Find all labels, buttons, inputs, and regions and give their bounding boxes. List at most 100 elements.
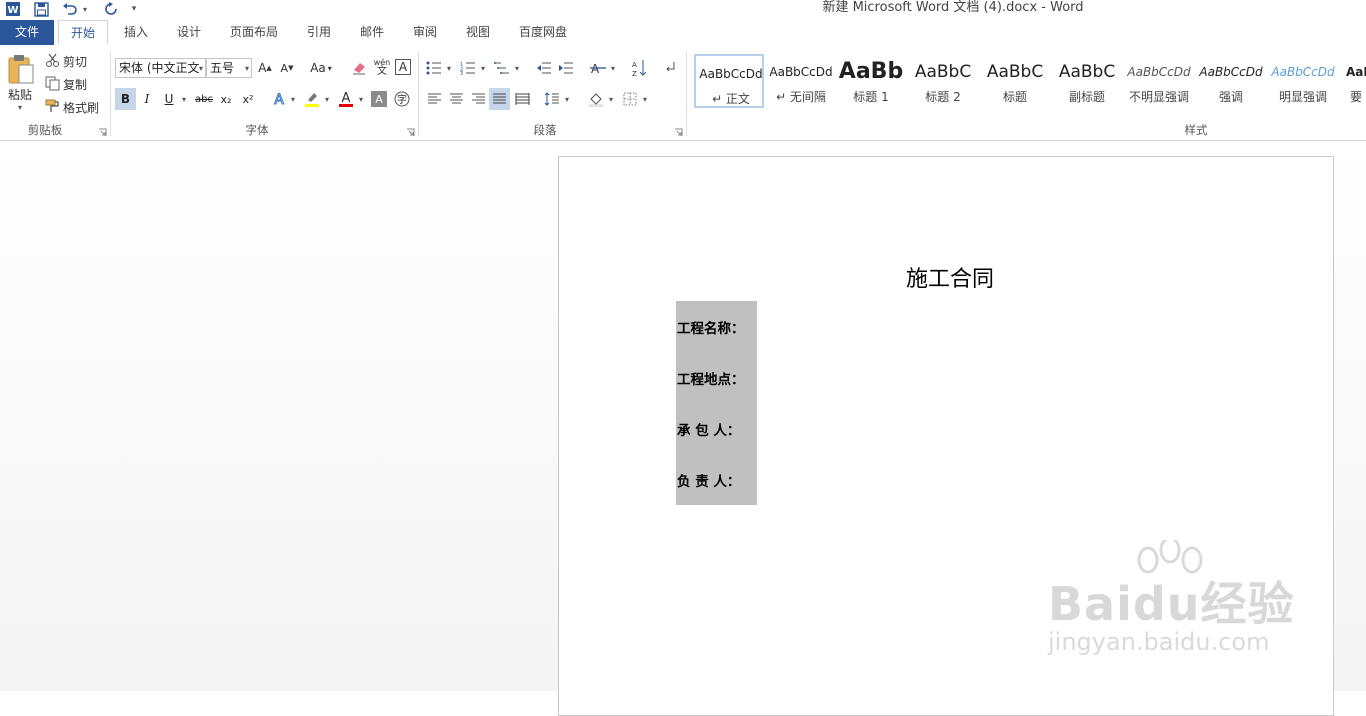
save-icon[interactable] <box>32 0 50 18</box>
multilevel-list-icon[interactable] <box>492 58 512 78</box>
copy-icon[interactable] <box>44 75 60 91</box>
font-size-value: 五号 <box>210 61 235 75</box>
tab-insert[interactable]: 插入 <box>114 20 158 45</box>
style-normal[interactable]: AaBbCcDd ↵ 正文 <box>694 54 764 108</box>
font-launcher-icon[interactable] <box>406 126 415 136</box>
cut-button[interactable]: 剪切 <box>63 53 87 70</box>
enclose-characters-icon[interactable]: 字 <box>393 90 411 108</box>
decrease-indent-icon[interactable] <box>534 58 554 78</box>
tab-references[interactable]: 引用 <box>296 20 342 45</box>
numbering-icon[interactable]: 123 <box>458 58 478 78</box>
paste-button[interactable] <box>6 52 36 86</box>
tab-view[interactable]: 视图 <box>456 20 500 45</box>
chevron-down-icon[interactable]: ▾ <box>288 90 298 108</box>
style-heading-1[interactable]: AaBb 标题 1 <box>836 54 906 108</box>
font-color-icon[interactable]: A <box>336 88 356 110</box>
style-heading-2[interactable]: AaBbC 标题 2 <box>908 54 978 108</box>
field-project-name[interactable]: 工程名称： <box>677 317 745 337</box>
character-border-icon[interactable]: A <box>395 59 411 75</box>
chevron-down-icon[interactable]: ▾ <box>356 90 366 108</box>
tab-file[interactable]: 文件 <box>0 20 54 45</box>
shrink-font-icon[interactable]: A ▼ <box>278 58 296 78</box>
strikethrough-button[interactable]: abc <box>193 88 215 110</box>
line-spacing-icon[interactable] <box>542 88 562 110</box>
document-title[interactable]: 施工合同 <box>900 261 1000 293</box>
style-intense-emphasis[interactable]: AaBbCcDd 明显强调 <box>1268 54 1338 108</box>
word-logo-icon[interactable]: W <box>4 0 22 18</box>
clipboard-launcher-icon[interactable] <box>98 126 107 136</box>
text-effects-icon[interactable]: A <box>270 88 288 110</box>
svg-text:字: 字 <box>397 93 407 106</box>
italic-button[interactable]: I <box>138 88 156 110</box>
highlight-color-icon[interactable] <box>302 88 322 110</box>
field-contractor[interactable]: 承 包 人： <box>677 419 740 439</box>
redo-icon[interactable] <box>102 0 120 18</box>
svg-text:A: A <box>342 91 351 106</box>
chevron-down-icon[interactable]: ▾ <box>512 60 522 76</box>
style-emphasis[interactable]: AaBbCcDd 强调 <box>1196 54 1266 108</box>
format-painter-icon[interactable] <box>44 97 60 113</box>
underline-dropdown-icon[interactable]: ▾ <box>179 90 189 108</box>
tab-home[interactable]: 开始 <box>58 20 108 45</box>
style-title[interactable]: AaBbC 标题 <box>980 54 1050 108</box>
change-case-button[interactable]: Aa ▾ <box>306 58 336 78</box>
style-name: 要 <box>1350 90 1363 104</box>
tab-baidu-netdisk[interactable]: 百度网盘 <box>510 20 576 45</box>
underline-button[interactable]: U <box>160 88 178 110</box>
character-shading-icon[interactable]: A <box>371 91 387 107</box>
copy-button[interactable]: 复制 <box>63 76 87 93</box>
style-sample: AaBbC <box>914 62 972 82</box>
chinese-layout-icon[interactable]: A <box>588 58 608 78</box>
chevron-down-icon[interactable]: ▾ <box>322 90 332 108</box>
justify-icon[interactable] <box>489 88 510 110</box>
sort-icon[interactable]: AZ <box>630 56 650 80</box>
chevron-down-icon: ▾ <box>244 64 249 73</box>
paste-label[interactable]: 粘贴 <box>8 86 32 103</box>
paragraph-launcher-icon[interactable] <box>674 126 683 136</box>
align-left-icon[interactable] <box>424 88 444 110</box>
bold-button[interactable]: B <box>115 88 136 110</box>
style-no-spacing[interactable]: AaBbCcDd ↵ 无间隔 <box>766 54 836 108</box>
grow-font-icon[interactable]: A ▲ <box>256 58 274 78</box>
cut-icon[interactable] <box>44 52 60 68</box>
distributed-icon[interactable] <box>512 88 532 110</box>
tab-review[interactable]: 审阅 <box>402 20 448 45</box>
selected-field-labels[interactable]: 工程名称： 工程地点： 承 包 人： 负 责 人： <box>676 301 757 505</box>
clear-formatting-icon[interactable] <box>350 58 368 78</box>
undo-dropdown-icon[interactable]: ▾ <box>80 0 90 18</box>
increase-indent-icon[interactable] <box>556 58 576 78</box>
font-name-combo[interactable]: 宋体 (中文正文 ▾ <box>115 58 206 78</box>
bullets-icon[interactable] <box>424 58 444 78</box>
customize-qat-icon[interactable]: ▾ <box>128 0 140 18</box>
borders-icon[interactable] <box>620 88 640 110</box>
undo-icon[interactable] <box>60 0 80 18</box>
chevron-down-icon[interactable]: ▾ <box>562 90 572 108</box>
group-separator <box>418 52 419 136</box>
format-painter-button[interactable]: 格式刷 <box>63 99 99 116</box>
chevron-down-icon[interactable]: ▾ <box>478 60 488 76</box>
svg-text:Z: Z <box>632 70 637 77</box>
subscript-button[interactable]: x₂ <box>217 88 235 110</box>
tab-design[interactable]: 设计 <box>166 20 212 45</box>
style-subtle-emphasis[interactable]: AaBbCcDd 不明显强调 <box>1124 54 1194 108</box>
style-sample: AaBbCcDd <box>1127 65 1191 79</box>
phonetic-guide-icon[interactable]: wén 文 <box>372 56 392 78</box>
chevron-down-icon[interactable]: ▾ <box>444 60 454 76</box>
show-formatting-marks-icon[interactable] <box>662 58 678 78</box>
style-subtitle[interactable]: AaBbC 副标题 <box>1052 54 1122 108</box>
shading-icon[interactable] <box>586 88 606 110</box>
paste-dropdown-icon[interactable]: ▾ <box>18 103 22 112</box>
superscript-button[interactable]: x² <box>239 88 257 110</box>
style-strong[interactable]: AaBl 要 <box>1340 54 1366 108</box>
chevron-down-icon[interactable]: ▾ <box>640 90 650 108</box>
style-name: 标题 1 <box>853 90 889 104</box>
tab-page-layout[interactable]: 页面布局 <box>222 20 286 45</box>
field-project-location[interactable]: 工程地点： <box>677 368 745 388</box>
font-size-combo[interactable]: 五号 ▾ <box>206 58 252 78</box>
align-center-icon[interactable] <box>446 88 466 110</box>
tab-mailings[interactable]: 邮件 <box>350 20 394 45</box>
chevron-down-icon[interactable]: ▾ <box>608 60 618 76</box>
chevron-down-icon[interactable]: ▾ <box>606 90 616 108</box>
align-right-icon[interactable] <box>468 88 488 110</box>
field-person-in-charge[interactable]: 负 责 人： <box>677 470 740 490</box>
